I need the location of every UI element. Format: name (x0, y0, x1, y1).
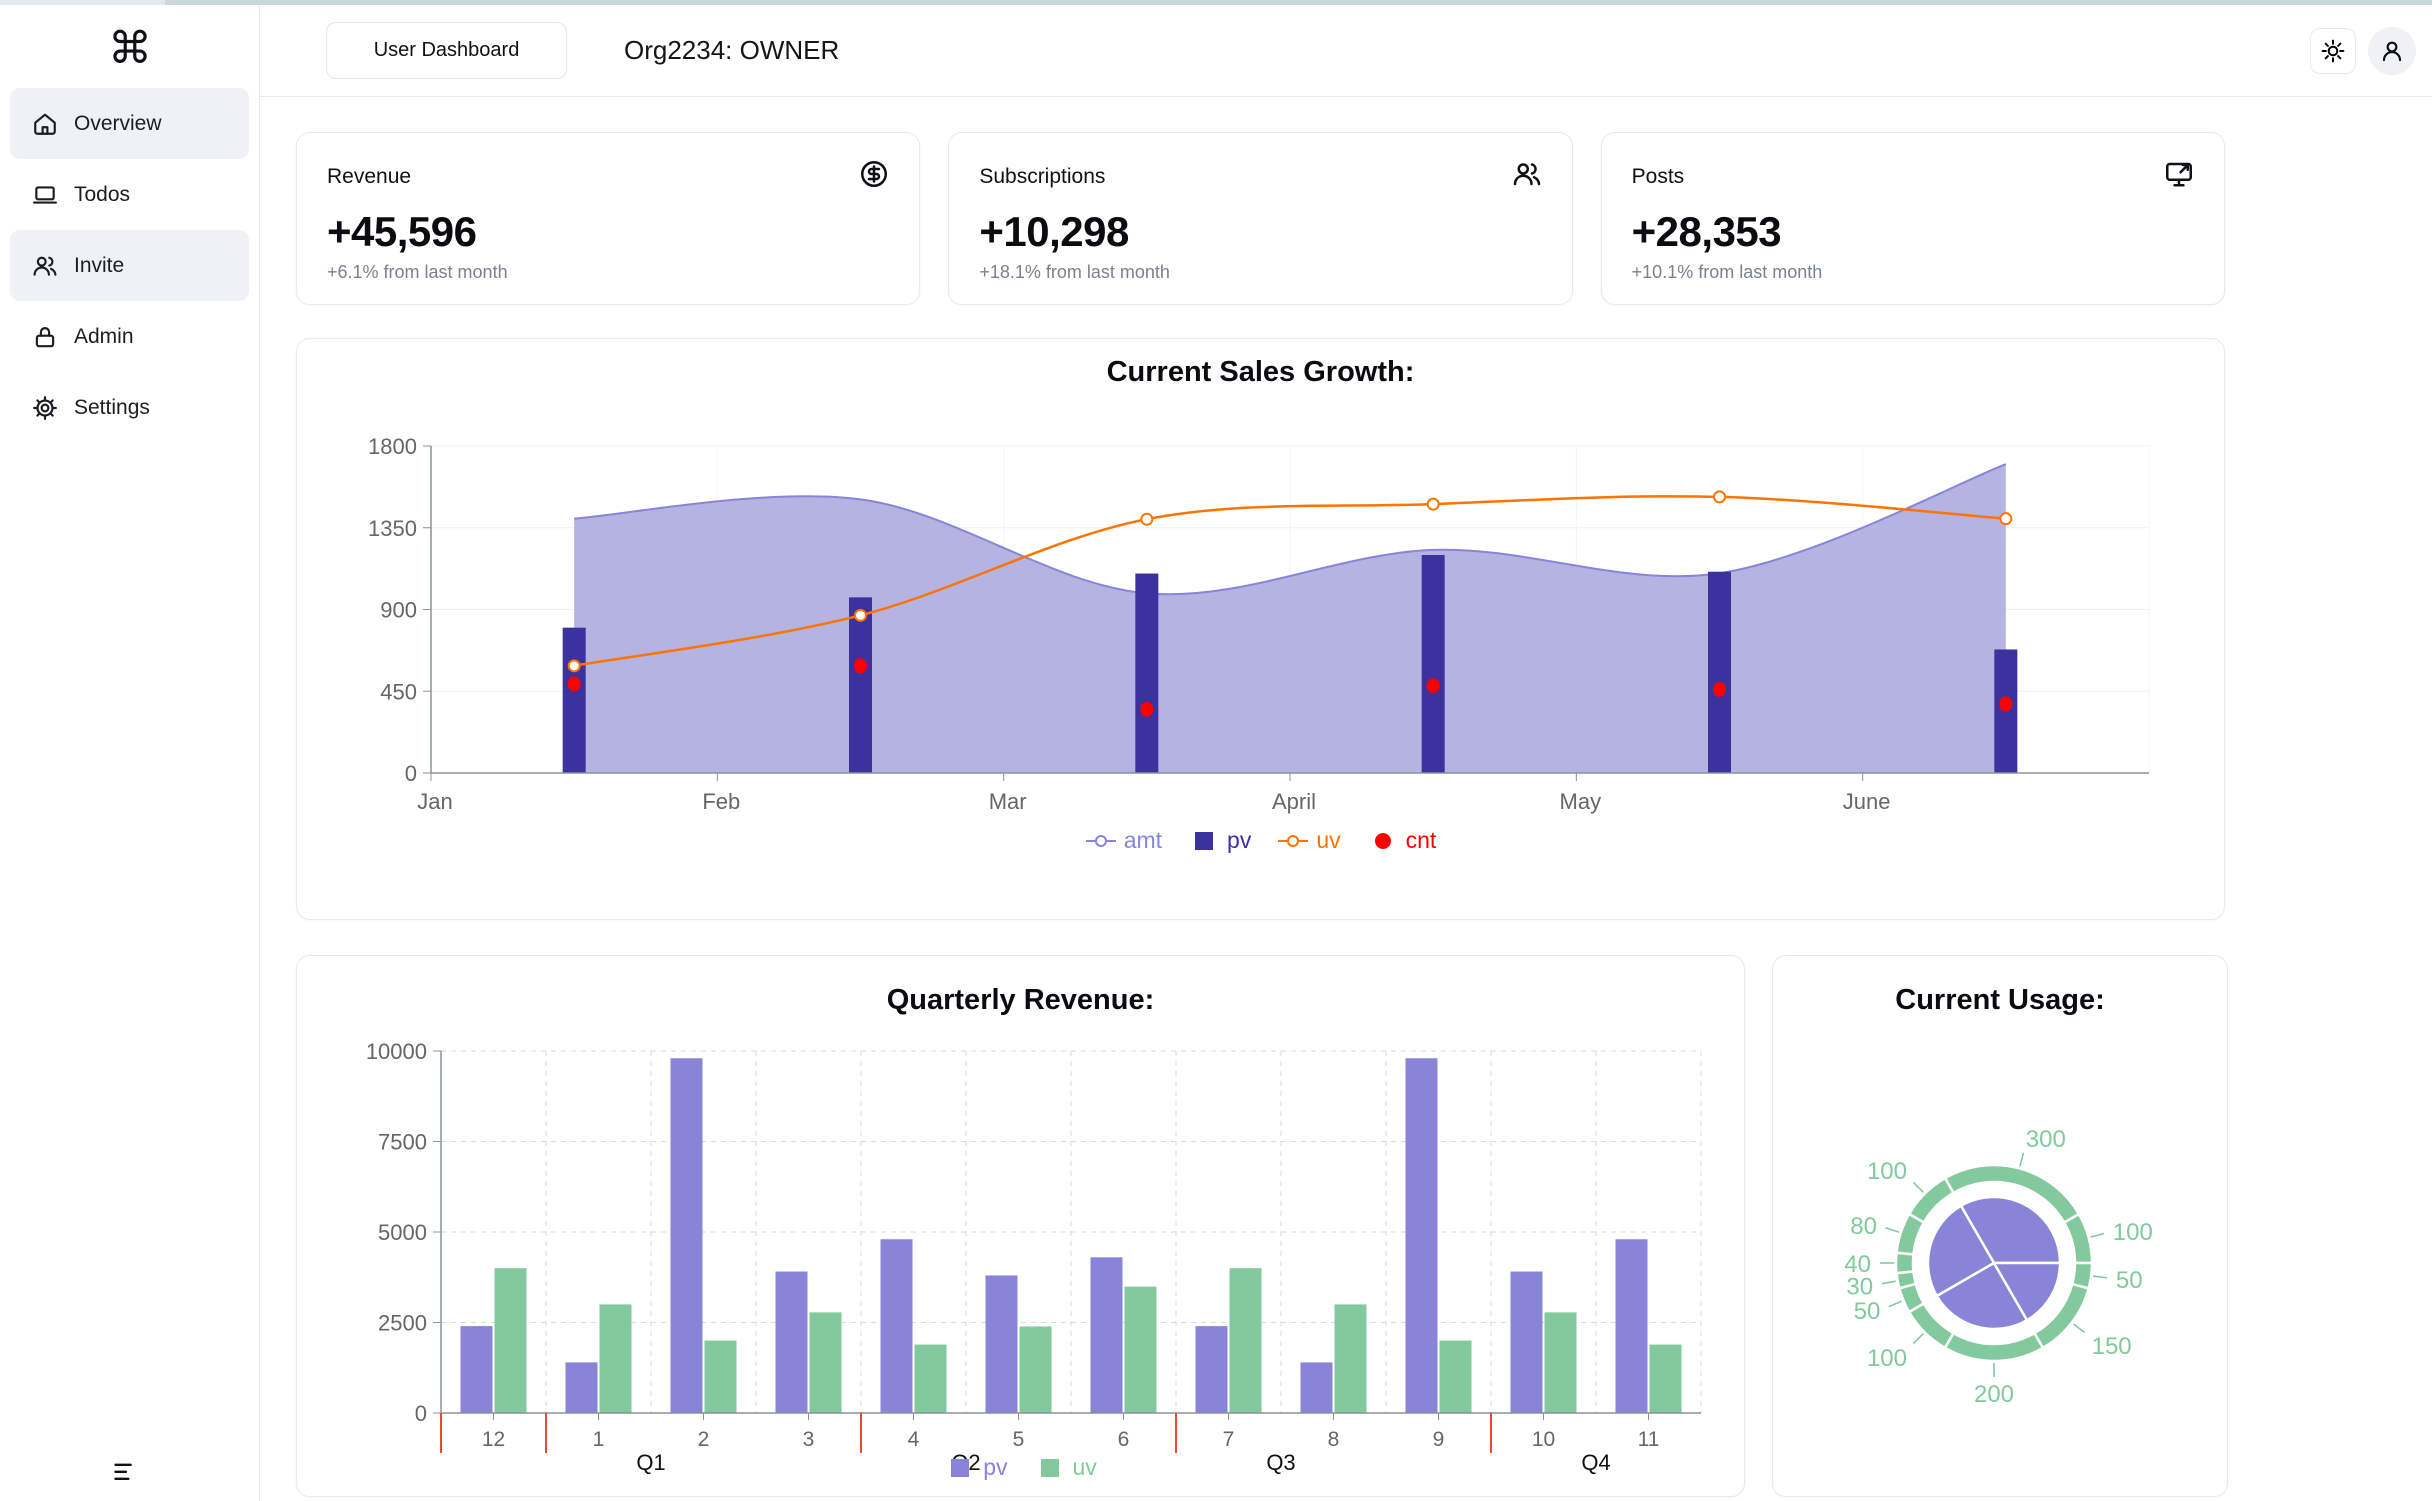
user-dashboard-button[interactable]: User Dashboard (326, 22, 567, 79)
svg-text:50: 50 (1854, 1298, 1881, 1325)
svg-text:900: 900 (380, 598, 417, 623)
stat-card-revenue: Revenue +45,596 +6.1% from last month (296, 132, 920, 305)
svg-text:2500: 2500 (378, 1311, 427, 1336)
sidebar-item-label: Settings (74, 396, 150, 420)
main-content: Revenue +45,596 +6.1% from last month Subsc… (260, 97, 2432, 1501)
user-avatar[interactable] (2368, 27, 2416, 75)
svg-text:150: 150 (2092, 1333, 2132, 1360)
legend-item-amt: amt (1085, 827, 1162, 854)
theme-toggle-button[interactable] (2310, 28, 2356, 74)
legend-item-pv: pv (1188, 827, 1251, 854)
lock-icon (32, 324, 58, 350)
stat-card-posts: Posts +28,353 +10.1% from last month (1601, 132, 2225, 305)
sidebar-item-label: Overview (74, 112, 162, 136)
svg-text:1800: 1800 (368, 434, 417, 459)
svg-text:12: 12 (482, 1428, 505, 1451)
sidebar: ⌘ Overview Todos Invite Admin Settings (0, 5, 260, 1501)
svg-text:100: 100 (1867, 1345, 1907, 1372)
svg-text:50: 50 (2116, 1267, 2143, 1294)
svg-text:30: 30 (1846, 1273, 1873, 1300)
svg-text:80: 80 (1850, 1213, 1877, 1240)
sidebar-item-settings[interactable]: Settings (10, 372, 249, 443)
users-icon (32, 253, 58, 279)
sidebar-nav: Overview Todos Invite Admin Settings (10, 88, 249, 443)
stat-value: +45,596 (327, 208, 889, 256)
sales-growth-card: Current Sales Growth: 0 450 900 1350 1800 Jan… (296, 338, 2225, 920)
svg-text:100: 100 (2113, 1219, 2153, 1246)
svg-text:300: 300 (2026, 1126, 2066, 1153)
gear-icon (32, 395, 58, 421)
svg-text:June: June (1843, 789, 1891, 814)
legend-item-cnt: cnt (1367, 827, 1437, 854)
svg-text:Jan: Jan (417, 789, 452, 814)
stat-subtext: +6.1% from last month (327, 262, 889, 283)
stat-card-subscriptions: Subscriptions +10,298 +18.1% from last mon… (948, 132, 1572, 305)
sales-growth-chart: 0 450 900 1350 1800 Jan Feb Mar April May June (297, 399, 2226, 829)
topbar: User Dashboard Org2234: OWNER (260, 5, 2432, 97)
svg-text:1: 1 (593, 1428, 605, 1451)
svg-text:10: 10 (1532, 1428, 1555, 1451)
sidebar-item-label: Invite (74, 254, 124, 278)
screen-share-icon (2164, 159, 2194, 194)
svg-text:5: 5 (1013, 1428, 1025, 1451)
stat-label: Revenue (327, 165, 411, 189)
sidebar-item-invite[interactable]: Invite (10, 230, 249, 301)
users-icon (1512, 159, 1542, 194)
stat-label: Posts (1632, 165, 1685, 189)
stat-subtext: +10.1% from last month (1632, 262, 2194, 283)
sidebar-item-overview[interactable]: Overview (10, 88, 249, 159)
svg-text:May: May (1560, 789, 1602, 814)
svg-text:11: 11 (1638, 1428, 1660, 1451)
align-left-icon[interactable] (112, 1459, 140, 1487)
svg-text:200: 200 (1974, 1381, 2014, 1408)
stat-value: +10,298 (979, 208, 1541, 256)
dollar-circle-icon (859, 159, 889, 194)
svg-text:April: April (1272, 789, 1316, 814)
sales-chart-legend: amtpvuvcnt (297, 827, 2224, 854)
quarterly-revenue-card: Quarterly Revenue: 025005000750010000121… (296, 955, 1745, 1497)
svg-text:8: 8 (1328, 1428, 1340, 1451)
svg-text:6: 6 (1118, 1428, 1130, 1451)
svg-text:9: 9 (1433, 1428, 1445, 1451)
quarterly-chart-legend: pvuv (297, 1454, 1744, 1481)
sidebar-item-label: Todos (74, 183, 130, 207)
sidebar-item-label: Admin (74, 325, 134, 349)
quarterly-revenue-chart: 025005000750010000121234567891011Q1Q2Q3Q… (297, 1011, 1746, 1486)
svg-text:5000: 5000 (378, 1220, 427, 1245)
stat-subtext: +18.1% from last month (979, 262, 1541, 283)
svg-text:Mar: Mar (989, 789, 1027, 814)
svg-text:3: 3 (803, 1428, 815, 1451)
stat-value: +28,353 (1632, 208, 2194, 256)
svg-text:7: 7 (1223, 1428, 1235, 1451)
svg-text:Feb: Feb (702, 789, 740, 814)
app-logo-command-icon: ⌘ (0, 23, 260, 75)
svg-text:10000: 10000 (366, 1039, 427, 1064)
sidebar-item-admin[interactable]: Admin (10, 301, 249, 372)
svg-text:100: 100 (1867, 1158, 1907, 1185)
legend-item-uv: uv (1277, 827, 1340, 854)
sidebar-item-todos[interactable]: Todos (10, 159, 249, 230)
svg-text:7500: 7500 (378, 1130, 427, 1155)
stat-label: Subscriptions (979, 165, 1105, 189)
legend-item-pv: pv (944, 1454, 1007, 1481)
svg-text:450: 450 (380, 679, 417, 704)
usage-pie-chart: 1003001008040305010020015050 (1773, 956, 2229, 1498)
laptop-icon (32, 182, 58, 208)
svg-text:2: 2 (698, 1428, 710, 1451)
legend-item-uv: uv (1034, 1454, 1097, 1481)
home-icon (32, 111, 58, 137)
svg-text:1350: 1350 (368, 516, 417, 541)
sales-chart-title: Current Sales Growth: (297, 356, 2224, 389)
svg-text:4: 4 (908, 1428, 920, 1451)
current-usage-card: Current Usage: 1003001008040305010020015… (1772, 955, 2228, 1497)
svg-text:0: 0 (415, 1401, 427, 1426)
stats-row: Revenue +45,596 +6.1% from last month Subsc… (296, 132, 2225, 305)
svg-text:0: 0 (405, 761, 417, 786)
page-title: Org2234: OWNER (624, 35, 839, 66)
